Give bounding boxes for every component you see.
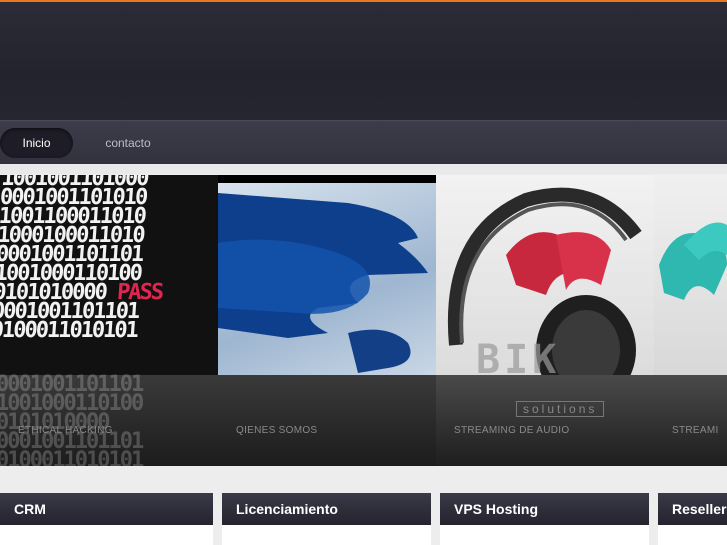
main-nav: Inicio contacto [0, 120, 727, 165]
box-title: CRM [14, 501, 46, 517]
slide-streaming-de-audio[interactable]: BIK solutions STREAMING DE AUDIO [436, 175, 654, 466]
box-licenciamiento: Licenciamiento [222, 493, 431, 545]
slide-qienes-somos[interactable]: QIENES SOMOS [218, 175, 436, 466]
box-header: CRM [0, 493, 213, 525]
slide-reflection [218, 375, 436, 466]
box-crm: CRM [0, 493, 213, 545]
slide-caption: STREAMI [672, 425, 719, 436]
binary-reflection: 0001001101101 1001000110100 0101010000 0… [0, 372, 144, 467]
box-title: VPS Hosting [454, 501, 539, 517]
binary-code-text: 1001001101000 0001001101010 100110001101… [0, 175, 163, 343]
site-header [0, 2, 727, 120]
puzzle-pieces-graphic [218, 193, 428, 373]
nav-divider [0, 164, 727, 174]
slide-caption: QIENES SOMOS [236, 425, 318, 436]
box-header: VPS Hosting [440, 493, 649, 525]
box-vps-hosting: VPS Hosting [440, 493, 649, 545]
slide-reflection: 0001001101101 1001000110100 0101010000 0… [0, 372, 218, 467]
box-title: Reseller [672, 501, 727, 517]
box-title: Licenciamiento [236, 501, 338, 517]
logo-text: BIK [476, 337, 561, 383]
image-accordion-slider: 1001001101000 0001001101010 100110001101… [0, 175, 727, 466]
nav-item-inicio[interactable]: Inicio [0, 128, 73, 158]
logo-subtext: solutions [516, 401, 605, 417]
slide-caption: ETHICAL HACKING [18, 425, 113, 436]
box-header: Reseller [658, 493, 727, 525]
nav-item-contacto[interactable]: contacto [94, 128, 162, 158]
slide-streaming[interactable]: STREAMI [654, 175, 727, 466]
blue-puzzle-image [218, 183, 436, 375]
slide-reflection: BIK solutions [436, 337, 654, 466]
slide-caption: STREAMING DE AUDIO [454, 425, 570, 436]
logo-graphic [659, 222, 727, 300]
slide-ethical-hacking[interactable]: 1001001101000 0001001101010 100110001101… [0, 175, 218, 466]
logo-image [654, 175, 727, 375]
service-boxes: CRM Licenciamiento VPS Hosting Reseller [0, 493, 727, 545]
slide-reflection [654, 375, 727, 466]
box-header: Licenciamiento [222, 493, 431, 525]
binary-code-image: 1001001101000 0001001101010 100110001101… [0, 175, 218, 375]
box-reseller: Reseller [658, 493, 727, 545]
